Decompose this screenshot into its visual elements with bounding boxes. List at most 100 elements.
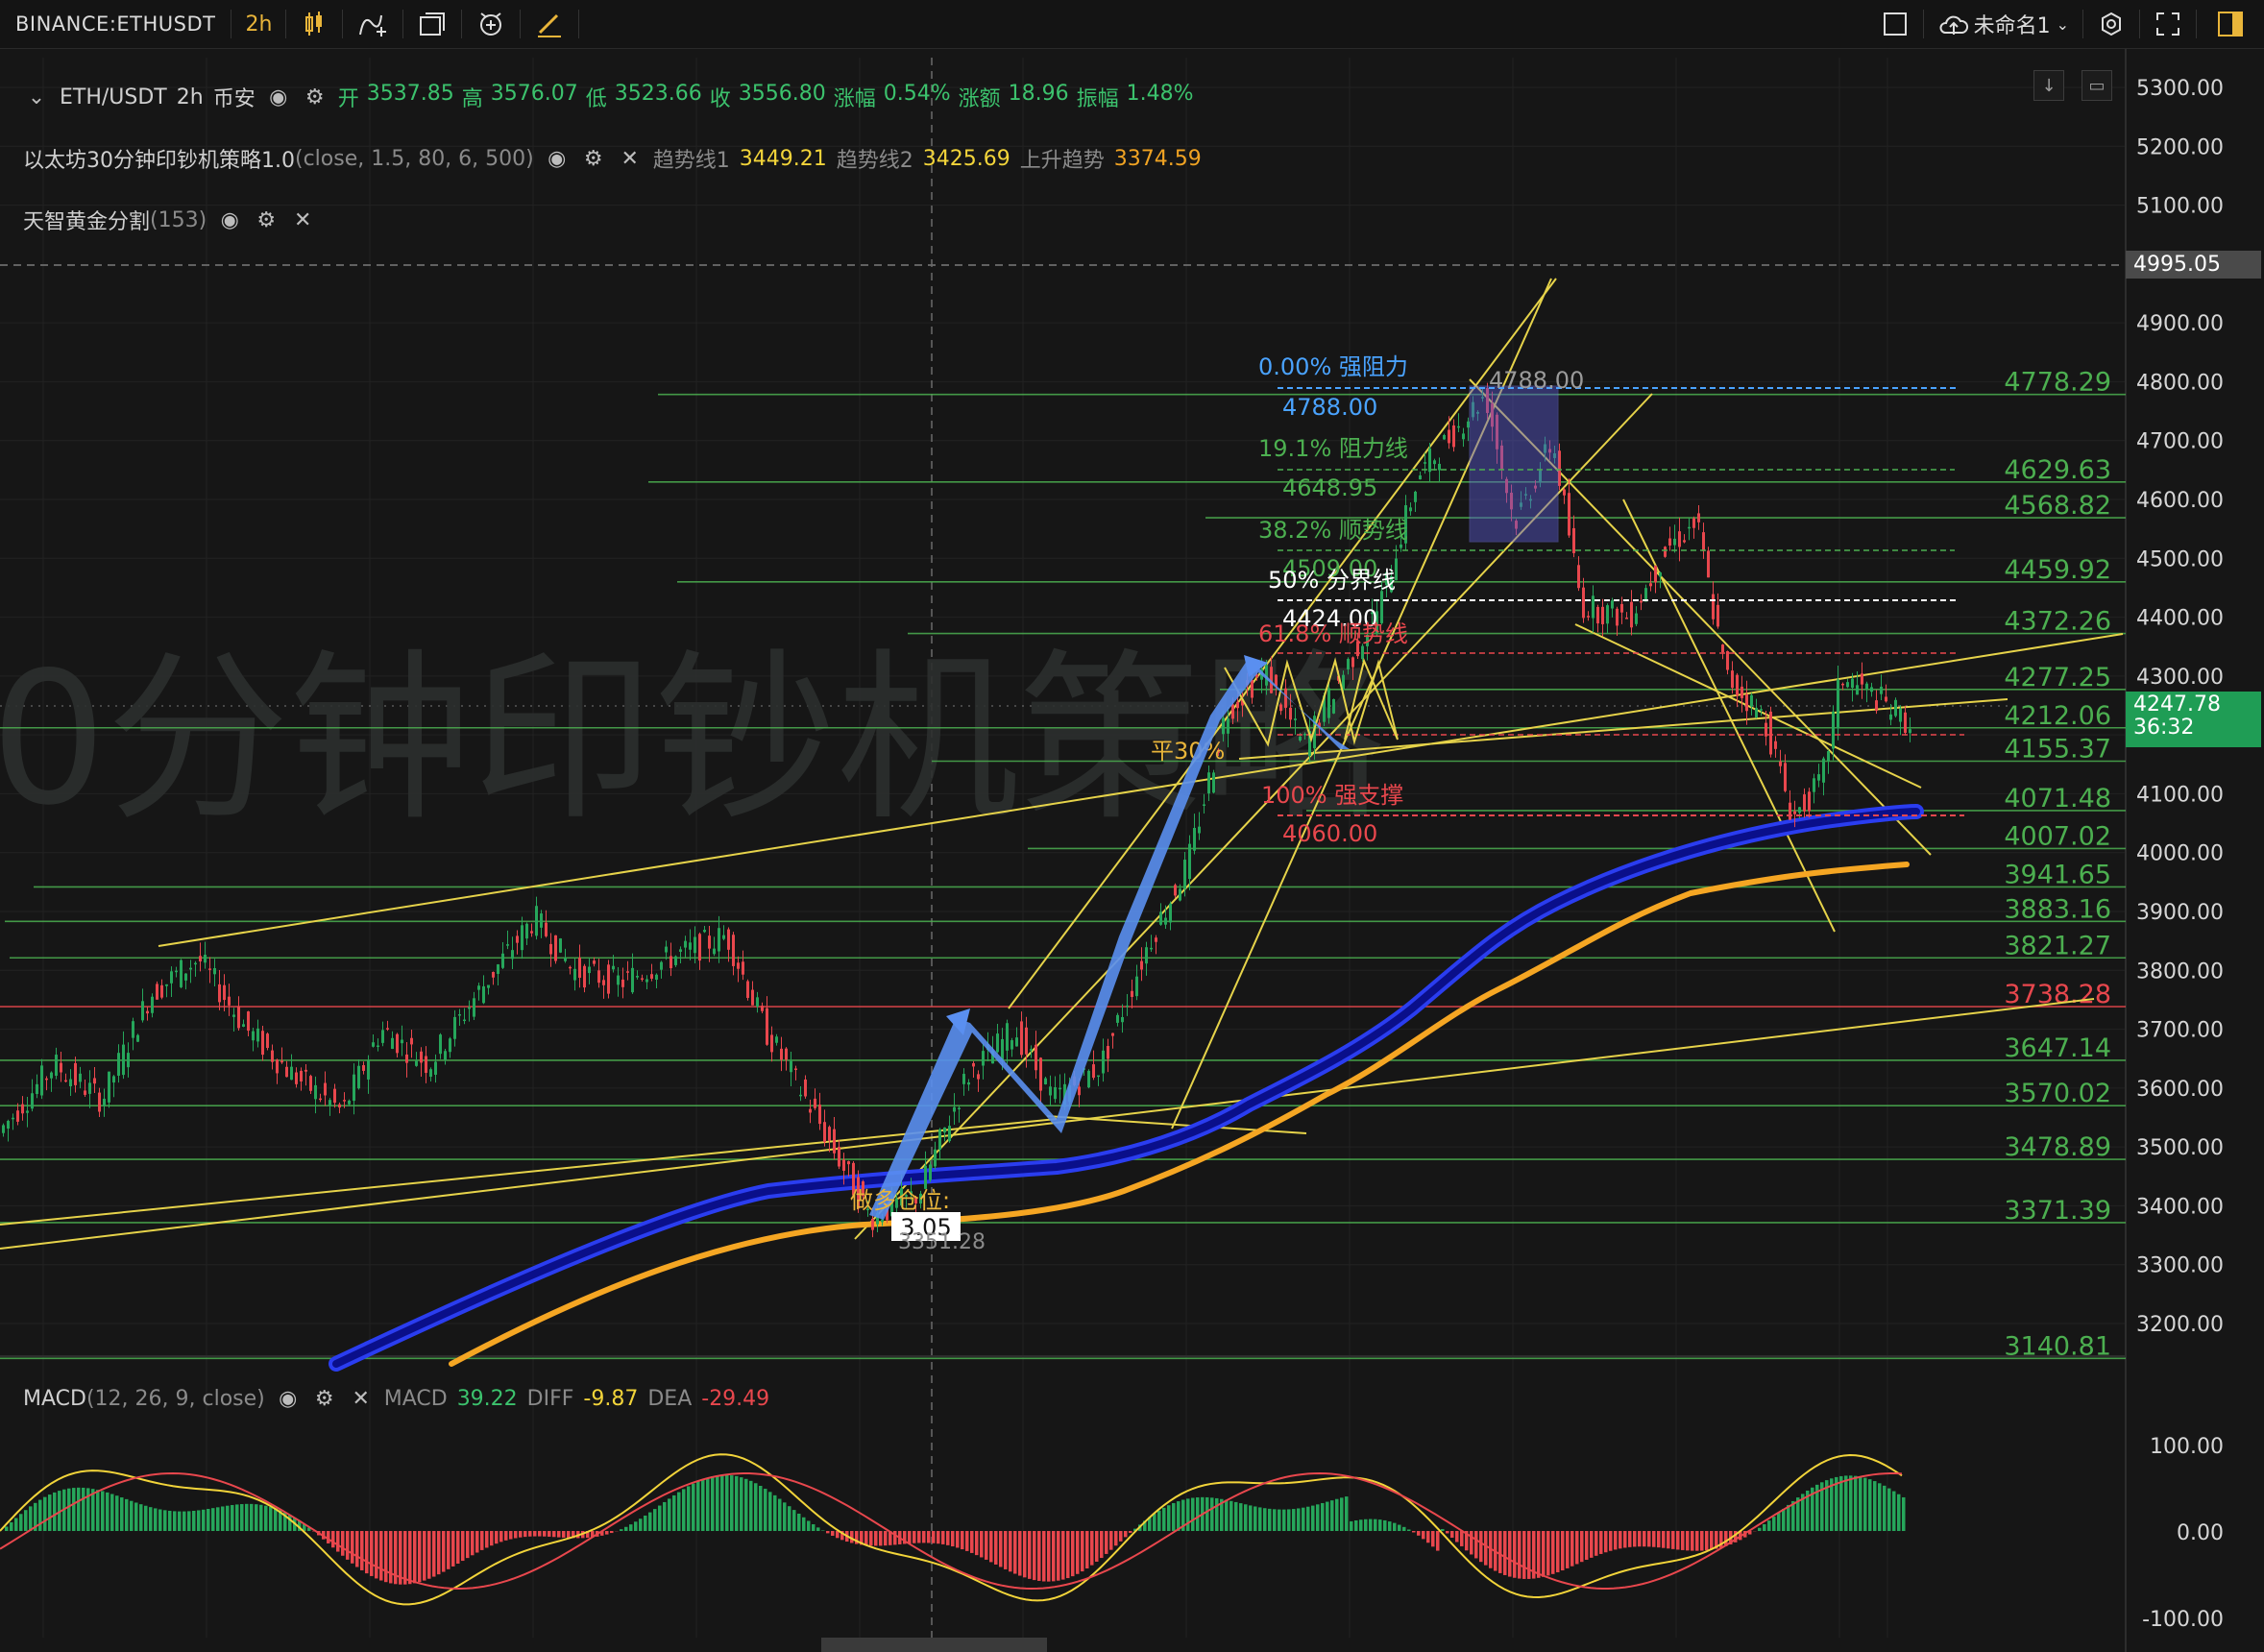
alert-icon[interactable] (462, 0, 520, 48)
gear-icon[interactable] (2083, 0, 2139, 48)
candle-body (204, 955, 207, 963)
macd-bar (1883, 1485, 1887, 1531)
macd-bar (351, 1531, 354, 1564)
collapse-chevron-icon[interactable]: ⌄ (23, 85, 50, 109)
macd-bar (528, 1531, 532, 1537)
eye-icon[interactable]: ◉ (544, 147, 571, 171)
candle-body (521, 925, 523, 951)
panel-icon[interactable] (2197, 0, 2264, 48)
macd-bar (1647, 1531, 1651, 1547)
candle-body (943, 1127, 946, 1133)
price-axis-label: 4700.00 (2136, 430, 2224, 454)
macd-bar (101, 1491, 105, 1531)
macd-bar (965, 1531, 969, 1551)
candle-body (1702, 532, 1705, 551)
macd-bar (1787, 1504, 1790, 1531)
settings-icon[interactable]: ⚙ (580, 147, 607, 171)
candle-body (1736, 674, 1739, 696)
candle-body (1294, 718, 1297, 720)
candle-body (1851, 678, 1854, 689)
close-icon[interactable]: ✕ (348, 1387, 375, 1411)
candle-body (540, 913, 543, 928)
drawing-icon[interactable] (521, 0, 578, 48)
price-axis-label: 3600.00 (2136, 1078, 2224, 1102)
candle-body (405, 1054, 408, 1063)
macd-bar (461, 1531, 465, 1562)
candle-body (482, 985, 485, 1004)
macd-bar (788, 1506, 791, 1531)
price-chart[interactable]: 0分钟印钞机策略 4778.294629.634568.824459.92437… (0, 49, 2264, 1652)
candle-body (88, 1082, 91, 1094)
symbol-button[interactable]: BINANCE:ETHUSDT (0, 0, 231, 48)
settings-icon[interactable]: ⚙ (253, 208, 280, 232)
eye-icon[interactable]: ◉ (275, 1387, 302, 1411)
close-icon[interactable]: ✕ (617, 147, 644, 171)
macd-bar (1446, 1531, 1449, 1534)
macd-bar (1162, 1507, 1166, 1531)
macd-bar (1066, 1531, 1070, 1579)
candle-body (439, 1034, 442, 1055)
fib-100-value: 4060.00 (1282, 820, 1377, 847)
level-label: 4071.48 (2004, 784, 2111, 814)
candle-body (458, 1014, 461, 1016)
candle-body (881, 1219, 884, 1223)
macd-bar (1897, 1494, 1901, 1531)
macd-bar (130, 1500, 134, 1531)
candle-body (1198, 826, 1201, 834)
candle-body (1587, 616, 1590, 618)
candle-body (1414, 491, 1417, 502)
macd-bar (495, 1531, 499, 1544)
interval-button[interactable]: 2h (231, 0, 285, 48)
layout-name-button[interactable]: 未命名1 ⌄ (1924, 0, 2082, 48)
settings-icon[interactable]: ⚙ (302, 85, 329, 109)
eye-icon[interactable]: ◉ (265, 85, 292, 109)
macd-params: (12, 26, 9, close) (85, 1387, 265, 1411)
candle-body (1885, 696, 1887, 702)
indicators-icon[interactable] (343, 0, 402, 48)
macd-bar (1369, 1518, 1373, 1531)
candle-body (74, 1062, 77, 1085)
candle-body (1049, 1086, 1052, 1096)
square-icon[interactable] (1867, 0, 1923, 48)
price-axis-label: 4000.00 (2136, 842, 2224, 866)
macd-bar (1460, 1531, 1464, 1546)
eye-icon[interactable]: ◉ (216, 208, 243, 232)
scroll-down-icon[interactable]: ↓ (2033, 70, 2064, 101)
settings-icon[interactable]: ⚙ (311, 1387, 338, 1411)
candle-body (1299, 736, 1302, 741)
macd-bar (1383, 1519, 1387, 1531)
macd-bar (687, 1486, 691, 1531)
candles-icon[interactable] (286, 0, 342, 48)
layout-icon[interactable] (403, 0, 461, 48)
candle-body (1059, 1087, 1061, 1090)
candle-body (1894, 699, 1897, 717)
macd-bar (1580, 1531, 1584, 1563)
macd-bar (773, 1494, 777, 1531)
close-icon[interactable]: ✕ (289, 208, 316, 232)
candle-body (732, 935, 735, 966)
trend1-label: 趋势线1 (652, 149, 730, 173)
candle-body (429, 1069, 432, 1078)
macd-bar (1638, 1531, 1642, 1547)
candle-body (722, 935, 725, 939)
macd-bar (1705, 1531, 1709, 1551)
fib-0-label: 0.00% 强阻力 (1258, 353, 1408, 380)
candle-body (492, 971, 495, 978)
candle-body (112, 1076, 115, 1083)
time-scrollbar[interactable] (821, 1638, 1047, 1652)
macd-bar (1013, 1531, 1017, 1574)
candle-body (746, 981, 749, 998)
candle-body (425, 1056, 427, 1074)
candle-body (50, 1072, 53, 1079)
fullscreen-icon[interactable] (2140, 0, 2196, 48)
candle-body (1726, 651, 1729, 670)
macd-bar (43, 1496, 47, 1531)
macd-bar (178, 1511, 182, 1531)
candle-body (1568, 493, 1570, 536)
macd-bar (139, 1504, 143, 1531)
toggle-pane-icon[interactable]: ▭ (2081, 70, 2112, 101)
macd-bar (1004, 1531, 1008, 1569)
candle-body (1793, 811, 1796, 814)
candle-body (194, 962, 197, 965)
candle-body (506, 944, 509, 946)
